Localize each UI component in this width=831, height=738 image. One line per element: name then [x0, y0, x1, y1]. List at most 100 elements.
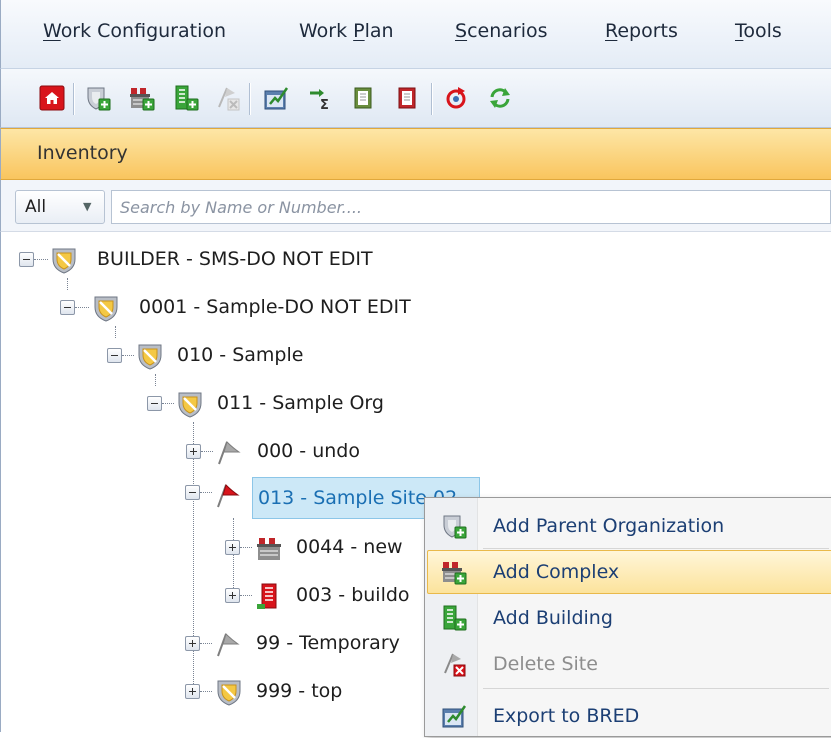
menu-accel: P [353, 20, 365, 42]
add-organization-icon [443, 515, 467, 539]
expand-toggle[interactable] [225, 540, 240, 555]
shield-icon [94, 296, 118, 322]
sync-button[interactable] [487, 85, 513, 111]
export-icon [264, 87, 289, 110]
inventory-report-button[interactable] [351, 85, 377, 111]
tree-connector [200, 643, 212, 644]
add-organization-icon [87, 87, 111, 111]
building-icon [257, 583, 277, 609]
sum-button[interactable]: Σ [307, 85, 333, 113]
export-to-bred-menu-item[interactable]: Export to BRED [427, 694, 831, 738]
tree-node[interactable]: 0044 - new [0, 530, 420, 566]
tree-connector [200, 691, 212, 692]
collapse-toggle[interactable] [107, 348, 122, 363]
expand-toggle[interactable] [185, 684, 200, 699]
delete-site-menu-item: Delete Site [427, 642, 831, 686]
tree-connector [162, 403, 174, 404]
delete-site-icon [444, 653, 466, 677]
menu-tools[interactable]: Tools [735, 20, 782, 42]
export-button[interactable] [263, 85, 289, 111]
menu-accel: W [43, 20, 61, 42]
tree-node-label: 010 - Sample [177, 344, 304, 366]
menu-separator [483, 548, 829, 549]
collapse-toggle[interactable] [185, 485, 200, 500]
add-organization-button[interactable] [85, 85, 111, 111]
condition-report-button[interactable] [395, 85, 421, 111]
home-icon [39, 85, 65, 111]
add-complex-icon [130, 88, 155, 111]
menu-label: eports [617, 20, 678, 42]
tree-node[interactable]: 0001 - Sample-DO NOT EDIT [1, 290, 601, 326]
collapse-toggle[interactable] [147, 396, 162, 411]
red-book-icon [398, 87, 416, 109]
grey-flag-icon [218, 441, 241, 465]
add-parent-organization-menu-item[interactable]: Add Parent Organization [427, 504, 831, 548]
tree-node[interactable]: 010 - Sample [1, 338, 601, 374]
book-icon [354, 87, 372, 109]
tree-node-label: 999 - top [256, 680, 343, 702]
refresh-button[interactable] [443, 85, 469, 111]
menu-bar: Work Configuration Work Plan Scenarios R… [0, 0, 831, 68]
export-icon [442, 705, 467, 728]
menu-work-plan[interactable]: Work Plan [299, 20, 394, 42]
tree-node-label: 0044 - new [296, 536, 403, 558]
tree-node[interactable]: 011 - Sample Org [1, 386, 601, 422]
tree-node-label: 003 - buildo [296, 584, 410, 606]
expand-toggle[interactable] [186, 444, 201, 459]
menu-accel: R [605, 20, 618, 42]
menu-reports[interactable]: Reports [605, 20, 678, 42]
add-building-icon [443, 605, 467, 631]
add-complex-button[interactable] [129, 85, 155, 111]
tree-connector [155, 374, 156, 386]
menu-scenarios[interactable]: Scenarios [455, 20, 548, 42]
shield-icon [217, 680, 241, 706]
tree-node-label: 99 - Temporary [256, 632, 400, 654]
menu-item-label: Export to BRED [493, 705, 640, 727]
menu-label: ools [743, 20, 782, 42]
menu-item-label: Add Complex [493, 561, 620, 583]
toolbar-separator [431, 83, 432, 115]
add-building-menu-item[interactable]: Add Building [427, 596, 831, 640]
tree-node-label: BUILDER - SMS-DO NOT EDIT [97, 248, 373, 270]
tree-node[interactable]: 000 - undo [1, 434, 601, 470]
tree-connector [240, 547, 252, 548]
tree-node[interactable]: BUILDER - SMS-DO NOT EDIT [1, 242, 601, 278]
red-flag-icon [217, 484, 240, 508]
tree-node[interactable]: 003 - buildo [0, 578, 420, 614]
sync-icon [490, 88, 510, 108]
add-building-button[interactable] [173, 85, 199, 111]
tree-node[interactable]: 99 - Temporary [0, 626, 420, 662]
tree-connector [67, 278, 68, 290]
home-button[interactable] [39, 85, 65, 111]
tree-node-label: 0001 - Sample-DO NOT EDIT [139, 296, 411, 318]
shield-icon [138, 344, 162, 370]
add-complex-icon [442, 562, 467, 585]
tree-node[interactable]: 999 - top [0, 674, 420, 710]
search-input[interactable] [111, 190, 831, 224]
filter-value: All [25, 197, 47, 217]
expand-toggle[interactable] [185, 636, 200, 651]
expand-toggle[interactable] [225, 588, 240, 603]
collapse-toggle[interactable] [60, 300, 75, 315]
inventory-header: Inventory [0, 128, 831, 180]
add-building-icon [175, 85, 199, 111]
menu-label: ork Configuration [60, 20, 227, 42]
context-menu: Add Parent Organization Add Complex Add … [424, 497, 831, 737]
add-complex-menu-item[interactable]: Add Complex [427, 550, 831, 594]
tree-connector [75, 307, 89, 308]
collapse-toggle[interactable] [19, 252, 34, 267]
tree-connector [200, 492, 212, 493]
toolbar: Σ [0, 68, 831, 128]
menu-item-label: Delete Site [493, 653, 598, 675]
menu-label: Work [299, 20, 354, 42]
shield-icon [178, 392, 202, 418]
menu-work-configuration[interactable]: Work Configuration [43, 20, 226, 42]
delete-site-button[interactable] [215, 85, 241, 111]
tree-connector [240, 595, 252, 596]
menu-label: lan [364, 20, 394, 42]
tree-connector [115, 326, 116, 338]
search-row: All ▼ [0, 180, 831, 232]
grey-flag-icon [217, 633, 240, 657]
inventory-title: Inventory [37, 142, 128, 164]
filter-dropdown[interactable]: All ▼ [15, 190, 105, 224]
